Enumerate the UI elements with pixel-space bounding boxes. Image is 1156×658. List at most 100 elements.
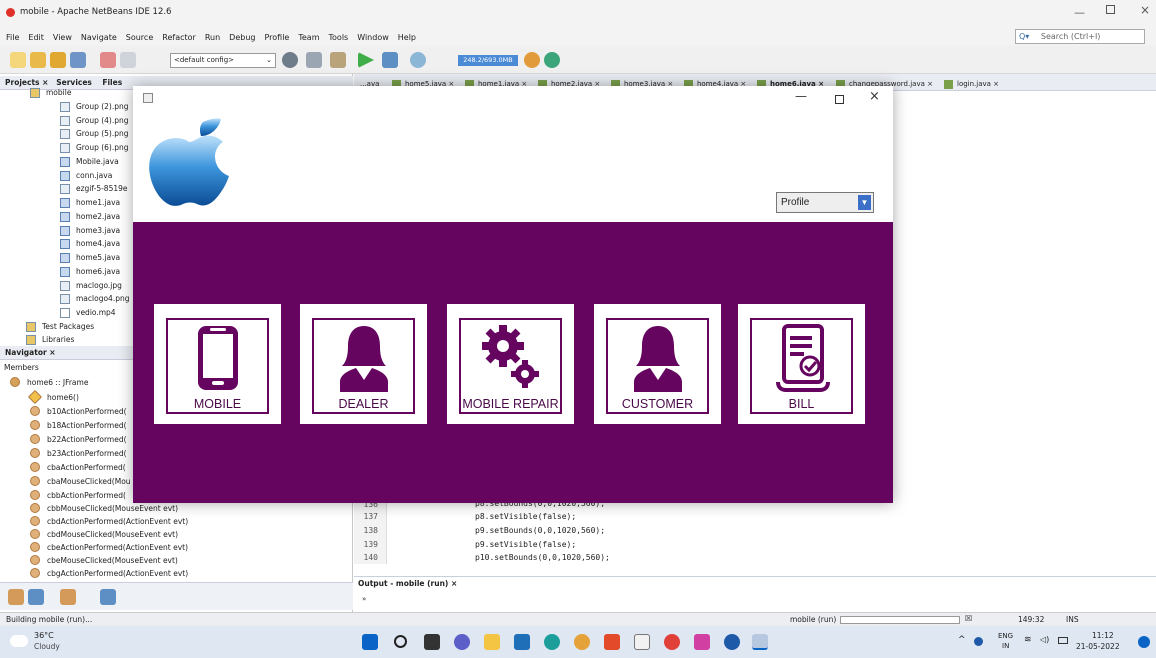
filter-fields-icon[interactable]	[28, 589, 44, 605]
nav-item[interactable]: cbeActionPerformed(ActionEvent evt)	[30, 540, 188, 554]
nav-item[interactable]: cbeMouseClicked(MouseEvent evt)	[30, 553, 178, 567]
edge-icon[interactable]	[544, 634, 560, 650]
memory-indicator[interactable]: 248.2/693.0MB	[458, 55, 518, 66]
mobile-card[interactable]: MOBILE	[154, 304, 281, 424]
menu-tools[interactable]: Tools	[329, 33, 349, 42]
nav-item[interactable]: cbbMouseClicked(MouseEvent evt)	[30, 501, 178, 515]
mail-icon[interactable]	[514, 634, 530, 650]
menu-view[interactable]: View	[53, 33, 72, 42]
new-project-icon[interactable]	[30, 52, 46, 68]
hammer-icon[interactable]	[306, 52, 322, 68]
nav-item[interactable]: cbgActionPerformed(ActionEvent evt)	[30, 566, 188, 580]
config-select[interactable]: <default config> ⌄	[170, 53, 276, 68]
menu-source[interactable]: Source	[126, 33, 153, 42]
file-item[interactable]: conn.java	[60, 169, 112, 182]
clock-time[interactable]: 11:12	[1092, 631, 1114, 640]
app-tile-icon[interactable]	[694, 634, 710, 650]
menu-team[interactable]: Team	[298, 33, 319, 42]
teams-icon[interactable]	[454, 634, 470, 650]
file-item[interactable]: home1.java	[60, 196, 120, 209]
profile-icon[interactable]	[410, 52, 426, 68]
close-icon[interactable]: ×	[1140, 3, 1150, 17]
file-item[interactable]: Group (6).png	[60, 141, 129, 154]
file-item[interactable]: maclogo.jpg	[60, 279, 122, 292]
file-item[interactable]: Mobile.java	[60, 155, 119, 168]
run-icon[interactable]	[358, 52, 374, 68]
customer-card[interactable]: CUSTOMER	[594, 304, 721, 424]
filter-static-icon[interactable]	[60, 589, 76, 605]
netbeans-taskbar-icon[interactable]	[724, 634, 740, 650]
libraries-item[interactable]: Libraries	[26, 333, 74, 346]
gc-icon[interactable]	[524, 52, 540, 68]
open-project-icon[interactable]	[50, 52, 66, 68]
maximize-icon[interactable]	[1106, 5, 1115, 14]
volume-icon[interactable]: ◁)	[1040, 635, 1049, 644]
notepad-icon[interactable]	[634, 634, 650, 650]
gc2-icon[interactable]	[544, 52, 560, 68]
wifi-icon[interactable]: ≋	[1024, 635, 1032, 645]
file-item[interactable]: home5.java	[60, 251, 120, 264]
nav-item[interactable]: b10ActionPerformed(	[30, 404, 127, 418]
undo-icon[interactable]	[100, 52, 116, 68]
app-close-icon[interactable]: ×	[869, 89, 880, 104]
clean-build-icon[interactable]	[330, 52, 346, 68]
project-root[interactable]: mobile	[30, 86, 71, 99]
file-item[interactable]: vedio.mp4	[60, 306, 116, 319]
tray-chevron-icon[interactable]: ^	[958, 635, 966, 645]
chrome-icon[interactable]	[574, 634, 590, 650]
chrome-alt-icon[interactable]	[664, 634, 680, 650]
redo-icon[interactable]	[120, 52, 136, 68]
app-maximize-icon[interactable]	[835, 95, 844, 104]
file-item[interactable]: maclogo4.png	[60, 292, 129, 305]
code-line[interactable]: p9.setVisible(false);	[475, 538, 576, 552]
nav-item[interactable]: cbdActionPerformed(ActionEvent evt)	[30, 514, 188, 528]
menu-run[interactable]: Run	[205, 33, 220, 42]
task-view-icon[interactable]	[424, 634, 440, 650]
filter-icon[interactable]	[8, 589, 24, 605]
nav-item[interactable]: b23ActionPerformed(	[30, 446, 127, 460]
menu-window[interactable]: Window	[357, 33, 389, 42]
save-all-icon[interactable]	[70, 52, 86, 68]
menu-refactor[interactable]: Refactor	[162, 33, 196, 42]
test-packages-item[interactable]: Test Packages	[26, 320, 94, 333]
mobile-repair-card[interactable]: MOBILE REPAIR	[447, 304, 574, 424]
file-item[interactable]: home3.java	[60, 224, 120, 237]
battery-icon[interactable]	[1058, 637, 1068, 644]
file-item[interactable]: home2.java	[60, 210, 120, 223]
sort-icon[interactable]	[100, 589, 116, 605]
nav-item[interactable]: b22ActionPerformed(	[30, 432, 127, 446]
tab-files[interactable]: Files	[102, 78, 122, 87]
output-title[interactable]: Output - mobile (run) ×	[358, 579, 457, 588]
cancel-build-icon[interactable]: ☒	[965, 614, 972, 623]
nav-item[interactable]: cbbActionPerformed(	[30, 488, 126, 502]
taskbar-search-icon[interactable]	[394, 635, 407, 648]
file-item[interactable]: Group (5).png	[60, 127, 129, 140]
code-line[interactable]: p9.setBounds(0,0,1020,560);	[475, 524, 605, 538]
menu-edit[interactable]: Edit	[28, 33, 44, 42]
code-line[interactable]: p10.setBounds(0,0,1020,560);	[475, 551, 610, 565]
java-app-taskbar-icon[interactable]	[752, 634, 768, 650]
start-icon[interactable]	[362, 634, 378, 650]
file-item[interactable]: Group (2).png	[60, 100, 129, 113]
new-file-icon[interactable]	[10, 52, 26, 68]
weather-temp[interactable]: 36°C	[34, 631, 54, 640]
notification-icon[interactable]	[1138, 636, 1150, 648]
office-icon[interactable]	[604, 634, 620, 650]
file-item[interactable]: Group (4).png	[60, 114, 129, 127]
file-explorer-icon[interactable]	[484, 634, 500, 650]
output-expand-icon[interactable]: »	[362, 595, 366, 603]
clock-date[interactable]: 21-05-2022	[1076, 642, 1120, 651]
globe-icon[interactable]	[282, 52, 298, 68]
tray-app-icon[interactable]	[974, 637, 983, 646]
nav-item[interactable]: cbaActionPerformed(	[30, 460, 126, 474]
debug-icon[interactable]	[382, 52, 398, 68]
nav-item[interactable]: cbdMouseClicked(MouseEvent evt)	[30, 527, 178, 541]
nav-item[interactable]: home6()	[27, 389, 79, 405]
navigator-class[interactable]: home6 :: JFrame	[10, 377, 88, 387]
profile-dropdown[interactable]: Profile ▼	[776, 192, 874, 213]
file-item[interactable]: ezgif-5-8519e	[60, 182, 128, 195]
search-box[interactable]: Q▾ Search (Ctrl+I)	[1015, 29, 1145, 44]
menu-profile[interactable]: Profile	[264, 33, 289, 42]
nav-item[interactable]: b18ActionPerformed(	[30, 418, 127, 432]
app-minimize-icon[interactable]: —	[795, 89, 807, 103]
